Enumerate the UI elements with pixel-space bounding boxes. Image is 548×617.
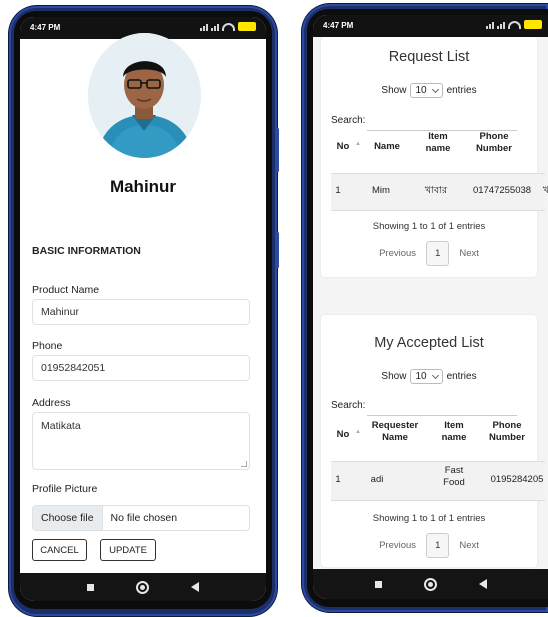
accepted-info: Showing 1 to 1 of 1 entries bbox=[372, 513, 486, 524]
accepted-pager: Previous 1 Next bbox=[321, 533, 537, 558]
col-no[interactable]: No bbox=[333, 429, 353, 441]
show-label: Show bbox=[381, 85, 407, 96]
right-phone-screen: 4:47 PM Request List Show 10 entries Sea… bbox=[313, 15, 548, 599]
page-1-button[interactable]: 1 bbox=[426, 533, 450, 558]
previous-button[interactable]: Previous bbox=[379, 540, 416, 551]
col-phone-number[interactable]: Phone Number bbox=[471, 131, 517, 155]
cell-item: Fast Food bbox=[443, 465, 465, 488]
search-label: Search: bbox=[331, 115, 366, 126]
wifi-icon bbox=[222, 22, 235, 31]
choose-file-button[interactable]: Choose file bbox=[33, 506, 103, 530]
col-phone-number[interactable]: Phone Number bbox=[487, 420, 527, 444]
cell-no: 1 bbox=[335, 474, 341, 485]
chevron-down-icon bbox=[431, 85, 439, 94]
back-icon[interactable] bbox=[478, 579, 487, 589]
cell-phone: 0195284205 bbox=[490, 474, 544, 485]
left-phone-volume-button bbox=[276, 232, 279, 268]
cell-item: খাবার bbox=[424, 185, 448, 196]
status-time: 4:47 PM bbox=[323, 21, 354, 30]
cell-phone: 01747255038 bbox=[472, 185, 532, 196]
col-requester-name[interactable]: Requester Name bbox=[367, 420, 423, 444]
page-1-button[interactable]: 1 bbox=[426, 241, 450, 266]
right-status-bar: 4:47 PM bbox=[313, 15, 548, 37]
request-show-entries: Show 10 entries bbox=[321, 83, 537, 98]
profile-name: Mahinur bbox=[109, 177, 177, 196]
profile-picture-label: Profile Picture bbox=[32, 483, 98, 495]
col-item-name[interactable]: Item name bbox=[423, 131, 453, 155]
request-info: Showing 1 to 1 of 1 entries bbox=[372, 221, 486, 232]
phone-label: Phone bbox=[32, 340, 63, 352]
accepted-list-title: My Accepted List bbox=[374, 335, 484, 351]
avatar-photo bbox=[88, 33, 201, 158]
avatar bbox=[88, 33, 201, 158]
address-textarea[interactable]: Matikata bbox=[32, 412, 250, 470]
wifi-icon bbox=[508, 20, 521, 29]
next-button[interactable]: Next bbox=[459, 540, 479, 551]
accepted-search: Search: bbox=[331, 395, 518, 416]
signal-icon bbox=[486, 21, 494, 29]
signal-icon-2 bbox=[211, 23, 219, 31]
col-no[interactable]: No bbox=[333, 141, 353, 153]
request-search: Search: bbox=[331, 110, 518, 131]
sort-asc-icon: ▲ bbox=[355, 429, 361, 435]
cell-no: 1 bbox=[335, 185, 341, 196]
entries-select[interactable]: 10 bbox=[410, 83, 443, 98]
request-list-title: Request List bbox=[388, 49, 470, 65]
accepted-list-card: My Accepted List Show 10 entries Search:… bbox=[321, 315, 545, 567]
next-button[interactable]: Next bbox=[459, 248, 479, 259]
search-input[interactable] bbox=[367, 395, 518, 416]
left-phone-screen: 4:47 PM Mahinur BASIC INFORMATION Produc… bbox=[20, 17, 266, 601]
search-input[interactable] bbox=[367, 110, 518, 131]
left-nav-bar bbox=[20, 573, 266, 601]
cancel-button[interactable]: CANCEL bbox=[32, 539, 87, 561]
home-icon[interactable] bbox=[136, 580, 149, 594]
entries-select[interactable]: 10 bbox=[410, 369, 443, 384]
recent-apps-icon[interactable] bbox=[374, 580, 382, 588]
battery-icon bbox=[524, 20, 542, 29]
cell-name: adi bbox=[370, 474, 384, 485]
address-value: Matikata bbox=[41, 420, 81, 432]
cell-name: Mim bbox=[372, 185, 390, 196]
update-button[interactable]: UPDATE bbox=[100, 539, 156, 561]
signal-icon bbox=[200, 23, 208, 31]
battery-icon bbox=[238, 22, 256, 31]
left-phone-power-button bbox=[276, 128, 279, 172]
section-title: BASIC INFORMATION bbox=[32, 245, 141, 257]
product-name-input[interactable]: Mahinur bbox=[32, 299, 250, 325]
col-name[interactable]: Name bbox=[367, 141, 407, 153]
signal-icon-2 bbox=[497, 21, 505, 29]
show-label: Show bbox=[381, 371, 407, 382]
home-icon[interactable] bbox=[423, 577, 437, 591]
request-pager: Previous 1 Next bbox=[321, 241, 537, 266]
cell-extra: খ bbox=[542, 185, 548, 196]
back-icon[interactable] bbox=[191, 582, 199, 592]
status-icons bbox=[486, 20, 542, 29]
search-label: Search: bbox=[331, 400, 366, 411]
status-icons bbox=[200, 22, 256, 31]
chevron-down-icon bbox=[431, 371, 439, 380]
recent-apps-icon[interactable] bbox=[87, 583, 94, 591]
entries-label: entries bbox=[446, 371, 477, 382]
left-phone-bezel: 4:47 PM Mahinur BASIC INFORMATION Produc… bbox=[14, 11, 272, 609]
right-nav-bar bbox=[313, 569, 548, 599]
no-file-text: No file chosen bbox=[110, 512, 178, 524]
col-item-name[interactable]: Item name bbox=[439, 420, 469, 444]
accepted-show-entries: Show 10 entries bbox=[321, 369, 537, 384]
product-name-label: Product Name bbox=[32, 284, 100, 296]
request-list-card: Request List Show 10 entries Search: No … bbox=[321, 37, 548, 277]
entries-value: 10 bbox=[415, 371, 427, 382]
sort-asc-icon: ▲ bbox=[355, 141, 361, 147]
status-time: 4:47 PM bbox=[30, 23, 61, 32]
previous-button[interactable]: Previous bbox=[379, 248, 416, 259]
entries-label: entries bbox=[446, 85, 477, 96]
right-phone-bezel: 4:47 PM Request List Show 10 entries Sea… bbox=[307, 9, 548, 607]
address-label: Address bbox=[32, 397, 71, 409]
resize-grip-icon[interactable] bbox=[241, 461, 247, 467]
entries-value: 10 bbox=[415, 85, 427, 96]
phone-input[interactable]: 01952842051 bbox=[32, 355, 250, 381]
profile-picture-file-input[interactable]: Choose file No file chosen bbox=[32, 505, 250, 531]
